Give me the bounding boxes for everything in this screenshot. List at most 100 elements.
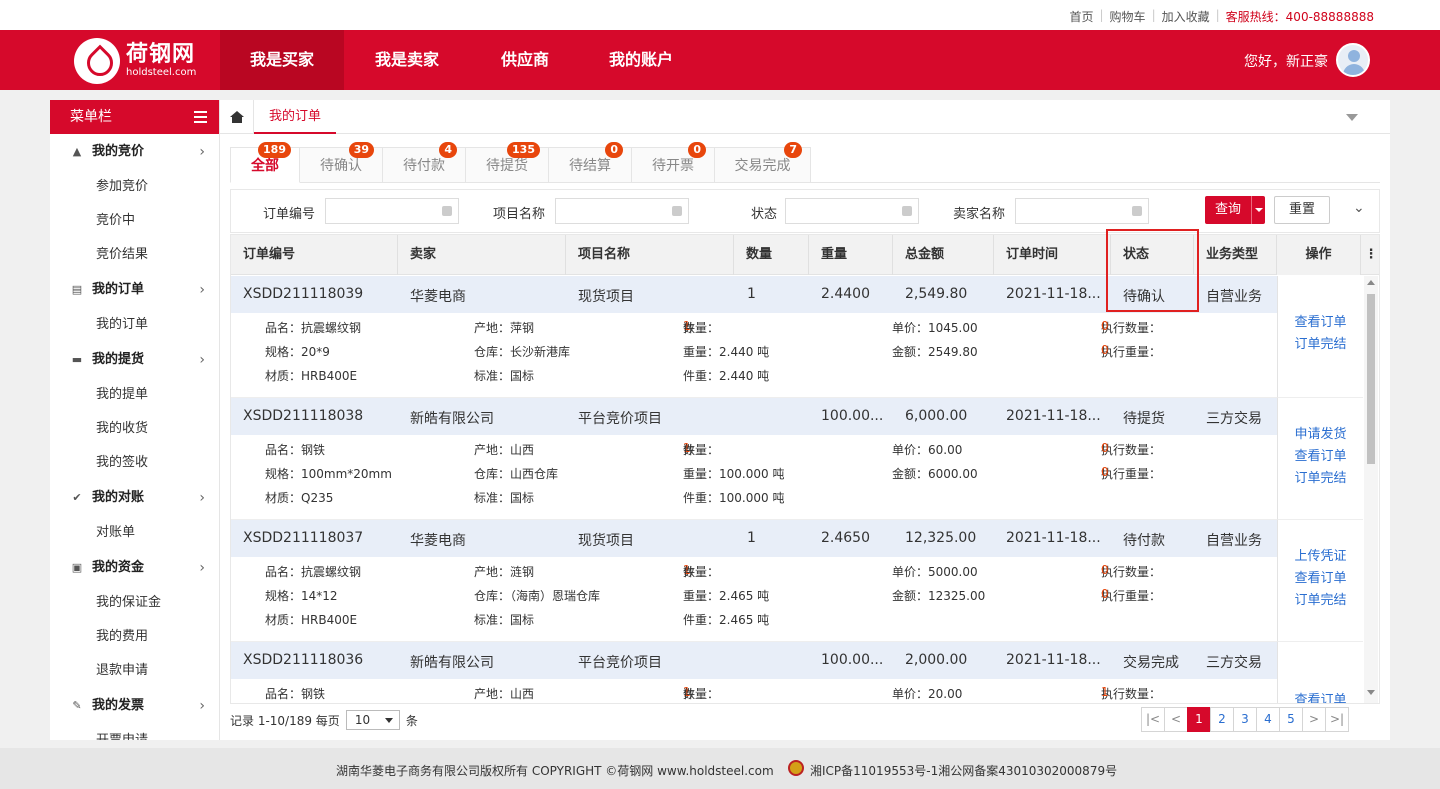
page-4[interactable]: 4 [1256,707,1280,732]
table-scrollbar[interactable] [1364,276,1378,703]
scroll-down-icon[interactable] [1367,690,1375,695]
scroll-up-icon[interactable] [1367,280,1375,285]
view-order-link[interactable]: 查看订单 [1278,568,1363,590]
police-badge-icon [788,760,804,776]
status-tab-pending-payment[interactable]: 待付款 4 [383,142,466,183]
sidebar-group-pickup[interactable]: ▬ 我的提货 › [50,342,219,378]
sidebar-item-fees[interactable]: 我的费用 [50,620,219,654]
sidebar-item-bidding[interactable]: 竞价中 [50,204,219,238]
table-header: 订单编号 卖家 项目名称 数量 重量 总金额 订单时间 状态 业务类型 操作 ⋮ [231,235,1379,275]
col-project[interactable]: 项目名称 [566,235,734,275]
nav-buyer[interactable]: 我是买家 [220,30,345,90]
orders-table: 订单编号 卖家 项目名称 数量 重量 总金额 订单时间 状态 业务类型 操作 ⋮… [230,234,1380,704]
order-time: 2021-11-18... [1006,530,1101,546]
query-button[interactable]: 查询 [1205,196,1265,224]
project-input[interactable] [555,198,689,224]
sidebar-item-join-bid[interactable]: 参加竞价 [50,170,219,204]
sidebar-item-deposit[interactable]: 我的保证金 [50,586,219,620]
complete-order-link[interactable]: 订单完结 [1278,334,1363,356]
sidebar-group-funds[interactable]: ▣ 我的资金 › [50,550,219,586]
status-tab-pending-settle[interactable]: 待结算 0 [549,142,632,183]
chevron-double-down-icon[interactable]: ⌄ [1353,200,1365,216]
sidebar-item-bill-of-lading[interactable]: 我的提单 [50,378,219,412]
page-size-select[interactable]: 10 [345,710,400,730]
sidebar-item-invoice-apply[interactable]: 开票申请 [50,724,219,740]
nav-supplier[interactable]: 供应商 [471,30,579,90]
home-link[interactable]: 首页 [1063,8,1099,25]
nav-seller[interactable]: 我是卖家 [344,30,471,90]
sidebar-group-reconcile[interactable]: ✔ 我的对账 › [50,480,219,516]
sidebar-group-orders[interactable]: ▤ 我的订单 › [50,272,219,308]
prev-page-button[interactable]: < [1164,707,1188,732]
triangle-down-icon[interactable] [1346,114,1358,121]
status-tab-completed[interactable]: 交易完成 7 [715,142,811,183]
col-time[interactable]: 订单时间 [994,235,1111,275]
next-page-button[interactable]: > [1302,707,1326,732]
status-label: 状态 [751,207,778,222]
lotus-logo-icon [74,38,120,84]
main-header: 荷钢网 holdsteel.com 我是买家 我是卖家 供应商 我的账户 您好，… [0,30,1440,90]
page-3[interactable]: 3 [1233,707,1257,732]
sidebar-item-receipts[interactable]: 我的收货 [50,412,219,446]
order-no-input[interactable] [325,198,459,224]
avatar[interactable] [1336,43,1370,77]
request-shipment-link[interactable]: 申请发货 [1278,424,1363,446]
page-1[interactable]: 1 [1187,707,1211,732]
table-row[interactable]: XSDD211118037 华菱电商 现货项目 1 2.4650 12,325.… [231,520,1277,642]
home-icon[interactable] [220,100,254,134]
col-weight[interactable]: 重量 [809,235,893,275]
view-order-link[interactable]: 查看订单 [1278,446,1363,468]
sidebar-item-signoffs[interactable]: 我的签收 [50,446,219,480]
status-tab-pending-invoice[interactable]: 待开票 0 [632,142,715,183]
col-qty[interactable]: 数量 [734,235,809,275]
clear-icon [672,206,682,216]
sidebar-item-my-orders[interactable]: 我的订单 [50,308,219,342]
project: 平台竞价项目 [578,411,662,427]
clear-icon [902,206,912,216]
status-tab-pending-confirm[interactable]: 待确认 39 [300,142,383,183]
bookmark-link[interactable]: 加入收藏 [1156,8,1216,25]
scroll-thumb[interactable] [1367,294,1375,464]
last-page-button[interactable]: >| [1325,707,1349,732]
sidebar-group-bidding[interactable]: ▲ 我的竞价 › [50,134,219,170]
col-seller[interactable]: 卖家 [398,235,566,275]
reset-button[interactable]: 重置 [1274,196,1330,224]
amount: 6,000.00 [905,408,968,424]
order-no: XSDD211118036 [243,652,364,668]
col-order-no[interactable]: 订单编号 [231,235,398,275]
sidebar-group-invoice[interactable]: ✎ 我的发票 › [50,688,219,724]
count-badge: 189 [258,142,291,158]
table-row[interactable]: XSDD211118038 新皓有限公司 平台竞价项目 100.00... 6,… [231,398,1277,520]
complete-order-link[interactable]: 订单完结 [1278,590,1363,612]
menu-icon[interactable] [194,111,207,123]
copyright-text: 湖南华菱电子商务有限公司版权所有 COPYRIGHT ©荷钢网 www.hold… [336,764,774,778]
view-order-link[interactable]: 查看订单 [1278,312,1363,334]
complete-order-link[interactable]: 订单完结 [1278,468,1363,490]
cart-link[interactable]: 购物车 [1104,8,1152,25]
nav-account[interactable]: 我的账户 [579,30,703,90]
order-detail: 品名：钢铁 规格：100mm*20mm 材质：Q235 产地：山西 仓库：山西仓… [231,435,1277,520]
site-logo[interactable]: 荷钢网 holdsteel.com [74,38,196,84]
icp-text[interactable]: 湘ICP备11019553号-1湘公网备案43010302000879号 [810,762,1117,779]
status-select[interactable] [785,198,919,224]
dropdown-arrow-icon[interactable] [1251,196,1265,224]
project: 平台竞价项目 [578,655,662,671]
first-page-button[interactable]: |< [1141,707,1165,732]
seller-input[interactable] [1015,198,1149,224]
sidebar-item-refund[interactable]: 退款申请 [50,654,219,688]
more-vertical-icon[interactable]: ⋮ [1361,235,1379,275]
order-no: XSDD211118037 [243,530,364,546]
page-2[interactable]: 2 [1210,707,1234,732]
col-biz-type[interactable]: 业务类型 [1194,235,1277,275]
user-greeting[interactable]: 您好，新正豪 [1244,51,1328,71]
status-tab-all[interactable]: 全部 189 [230,142,300,183]
col-amount[interactable]: 总金额 [893,235,994,275]
sidebar-item-bid-results[interactable]: 竞价结果 [50,238,219,272]
status-tab-pending-pickup[interactable]: 待提货 135 [466,142,549,183]
sidebar-item-statement[interactable]: 对账单 [50,516,219,550]
table-row[interactable]: XSDD211118036 新皓有限公司 平台竞价项目 100.00... 2,… [231,642,1277,703]
view-order-link[interactable]: 查看订单 [1278,690,1363,703]
upload-voucher-link[interactable]: 上传凭证 [1278,546,1363,568]
page-5[interactable]: 5 [1279,707,1303,732]
tab-my-orders[interactable]: 我的订单 [254,100,337,134]
